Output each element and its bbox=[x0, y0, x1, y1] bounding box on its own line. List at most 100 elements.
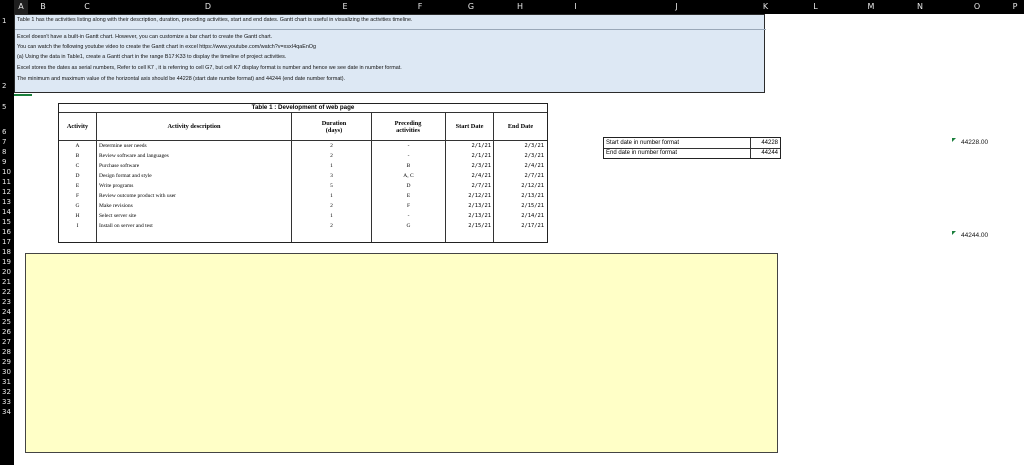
end-date-label[interactable]: End date in number format bbox=[606, 148, 748, 158]
cell-activity[interactable]: G bbox=[59, 201, 96, 211]
row-number[interactable]: 2 bbox=[0, 82, 14, 90]
column-header-f[interactable]: F bbox=[390, 0, 450, 14]
row-number[interactable]: 6 bbox=[0, 128, 14, 136]
cell-preceding[interactable]: D bbox=[372, 181, 445, 191]
cell-description[interactable]: Review outcome product with user bbox=[99, 191, 289, 201]
cell-activity[interactable]: C bbox=[59, 161, 96, 171]
cell-start-date[interactable]: 2/12/21 bbox=[446, 191, 491, 201]
column-header-n[interactable]: N bbox=[892, 0, 948, 14]
cell-description[interactable]: Review software and languages bbox=[99, 151, 289, 161]
row-number[interactable]: 7 bbox=[0, 138, 14, 146]
row-number[interactable]: 22 bbox=[0, 288, 14, 296]
cell-start-date[interactable]: 2/7/21 bbox=[446, 181, 491, 191]
cell-activity[interactable]: B bbox=[59, 151, 96, 161]
row-number[interactable]: 12 bbox=[0, 188, 14, 196]
row-number[interactable]: 11 bbox=[0, 178, 14, 186]
cell-activity[interactable]: F bbox=[59, 191, 96, 201]
cell-preceding[interactable]: G bbox=[372, 221, 445, 231]
cell-end-date[interactable]: 2/7/21 bbox=[494, 171, 544, 181]
column-header-g[interactable]: G bbox=[450, 0, 492, 14]
row-number[interactable]: 8 bbox=[0, 148, 14, 156]
cell-duration[interactable]: 5 bbox=[292, 181, 371, 191]
column-header-m[interactable]: M bbox=[850, 0, 892, 14]
row-number[interactable]: 21 bbox=[0, 278, 14, 286]
cell-description[interactable]: Select server site bbox=[99, 211, 289, 221]
cell-start-date[interactable]: 2/4/21 bbox=[446, 171, 491, 181]
row-number[interactable]: 10 bbox=[0, 168, 14, 176]
error-indicator-icon[interactable] bbox=[952, 231, 956, 235]
cell-preceding[interactable]: E bbox=[372, 191, 445, 201]
cell-activity[interactable]: E bbox=[59, 181, 96, 191]
cell-end-date[interactable]: 2/3/21 bbox=[494, 141, 544, 151]
start-date-label[interactable]: Start date in number format bbox=[606, 138, 748, 148]
column-header-b[interactable]: B bbox=[28, 0, 58, 14]
cell-start-date[interactable]: 2/15/21 bbox=[446, 221, 491, 231]
row-number[interactable]: 24 bbox=[0, 308, 14, 316]
row-number[interactable]: 32 bbox=[0, 388, 14, 396]
row-number[interactable]: 16 bbox=[0, 228, 14, 236]
column-header-i[interactable]: I bbox=[548, 0, 603, 14]
row-number[interactable]: 33 bbox=[0, 398, 14, 406]
cell-start-date[interactable]: 2/3/21 bbox=[446, 161, 491, 171]
row-number[interactable]: 1 bbox=[0, 17, 14, 25]
column-header-k[interactable]: K bbox=[750, 0, 781, 14]
column-header-d[interactable]: D bbox=[116, 0, 300, 14]
row-number[interactable]: 34 bbox=[0, 408, 14, 416]
cell-preceding[interactable]: - bbox=[372, 151, 445, 161]
cell-description[interactable]: Install on server and test bbox=[99, 221, 289, 231]
cell-end-date[interactable]: 2/15/21 bbox=[494, 201, 544, 211]
row-number[interactable]: 30 bbox=[0, 368, 14, 376]
cell-end-date[interactable]: 2/17/21 bbox=[494, 221, 544, 231]
cell-duration[interactable]: 2 bbox=[292, 201, 371, 211]
gantt-chart-area[interactable] bbox=[25, 253, 778, 453]
row-number[interactable]: 19 bbox=[0, 258, 14, 266]
cell-end-date[interactable]: 2/4/21 bbox=[494, 161, 544, 171]
cell-activity[interactable]: H bbox=[59, 211, 96, 221]
column-header-e[interactable]: E bbox=[300, 0, 390, 14]
cell-preceding[interactable]: F bbox=[372, 201, 445, 211]
row-number[interactable]: 20 bbox=[0, 268, 14, 276]
cell-end-date[interactable]: 2/12/21 bbox=[494, 181, 544, 191]
cell-activity[interactable]: A bbox=[59, 141, 96, 151]
row-number[interactable]: 13 bbox=[0, 198, 14, 206]
cell-duration[interactable]: 1 bbox=[292, 211, 371, 221]
cell-description[interactable]: Purchase software bbox=[99, 161, 289, 171]
row-number[interactable]: 5 bbox=[0, 103, 14, 111]
start-date-number[interactable]: 44228 bbox=[752, 138, 778, 148]
row-number[interactable]: 15 bbox=[0, 218, 14, 226]
cell-end-date[interactable]: 2/3/21 bbox=[494, 151, 544, 161]
cell-preceding[interactable]: - bbox=[372, 141, 445, 151]
select-all-corner[interactable] bbox=[0, 0, 14, 14]
cell-description[interactable]: Determine user needs bbox=[99, 141, 289, 151]
row-number[interactable]: 26 bbox=[0, 328, 14, 336]
end-date-number[interactable]: 44244 bbox=[752, 148, 778, 158]
instructions-box[interactable]: Table 1 has the activities listing along… bbox=[14, 14, 766, 93]
cell-o7-value[interactable]: 44228.00 bbox=[961, 139, 988, 146]
cell-start-date[interactable]: 2/1/21 bbox=[446, 141, 491, 151]
cell-start-date[interactable]: 2/13/21 bbox=[446, 211, 491, 221]
row-number[interactable]: 29 bbox=[0, 358, 14, 366]
row-number[interactable]: 28 bbox=[0, 348, 14, 356]
error-indicator-icon[interactable] bbox=[952, 138, 956, 142]
row-number[interactable]: 9 bbox=[0, 158, 14, 166]
row-number[interactable]: 17 bbox=[0, 238, 14, 246]
cell-start-date[interactable]: 2/13/21 bbox=[446, 201, 491, 211]
row-number[interactable]: 14 bbox=[0, 208, 14, 216]
cell-preceding[interactable]: B bbox=[372, 161, 445, 171]
row-number[interactable]: 23 bbox=[0, 298, 14, 306]
column-header-j[interactable]: J bbox=[603, 0, 750, 14]
row-number[interactable]: 25 bbox=[0, 318, 14, 326]
cell-preceding[interactable]: - bbox=[372, 211, 445, 221]
cell-duration[interactable]: 2 bbox=[292, 141, 371, 151]
cell-description[interactable]: Write programs bbox=[99, 181, 289, 191]
column-header-o[interactable]: O bbox=[948, 0, 1006, 14]
cell-duration[interactable]: 2 bbox=[292, 151, 371, 161]
column-header-c[interactable]: C bbox=[58, 0, 116, 14]
cell-description[interactable]: Make revisions bbox=[99, 201, 289, 211]
cell-duration[interactable]: 1 bbox=[292, 191, 371, 201]
cell-activity[interactable]: D bbox=[59, 171, 96, 181]
row-number[interactable]: 27 bbox=[0, 338, 14, 346]
column-header-a[interactable]: A bbox=[14, 0, 28, 14]
cell-duration[interactable]: 1 bbox=[292, 161, 371, 171]
cell-activity[interactable]: I bbox=[59, 221, 96, 231]
